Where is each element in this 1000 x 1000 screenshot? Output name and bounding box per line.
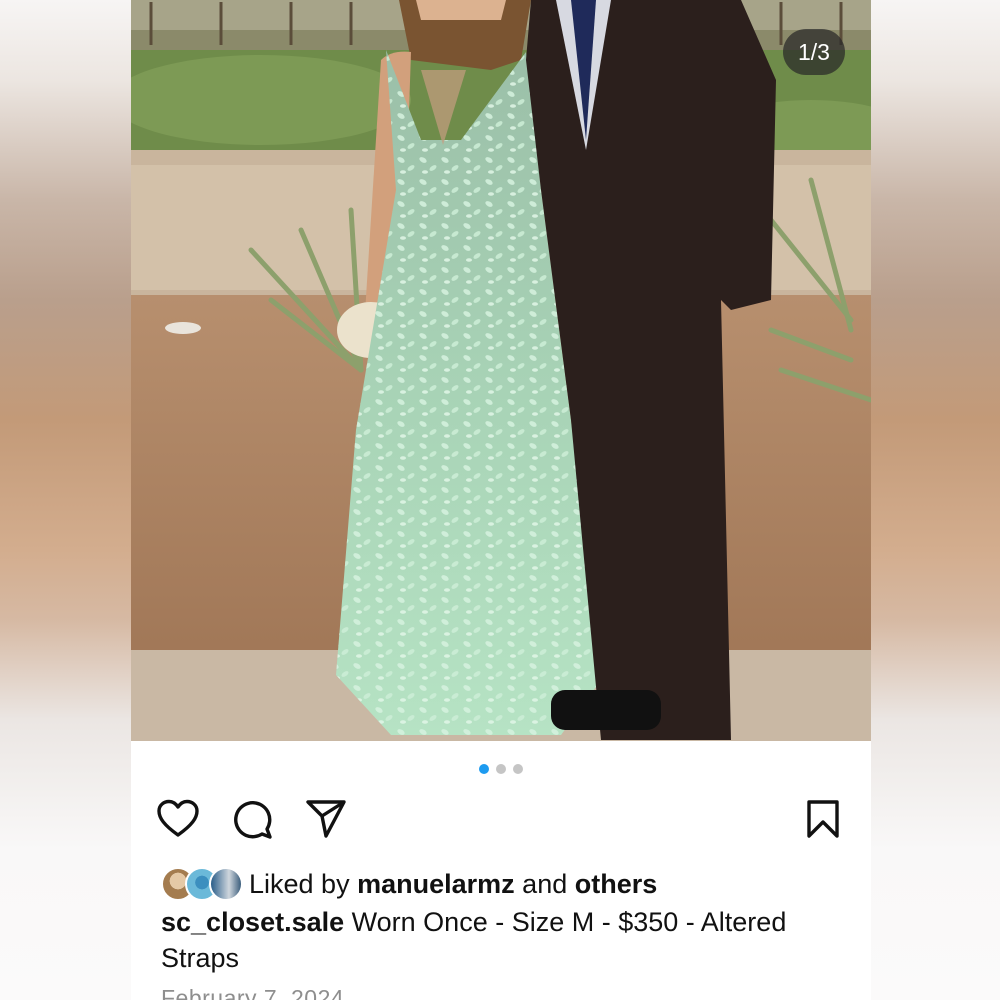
photo-illustration [131, 0, 871, 741]
post-date: February 7, 2024 [161, 985, 345, 1000]
likes-text: Liked by manuelarmz and others [249, 869, 657, 900]
heart-icon[interactable] [156, 798, 200, 840]
likes-others[interactable]: others [575, 869, 658, 899]
send-icon[interactable] [304, 798, 348, 840]
avatar[interactable] [209, 867, 243, 901]
liker-username[interactable]: manuelarmz [357, 869, 515, 899]
bookmark-icon[interactable] [801, 798, 845, 840]
post-caption: sc_closet.sale Worn Once - Size M - $350… [161, 904, 821, 976]
caption-username[interactable]: sc_closet.sale [161, 907, 344, 937]
post-action-bar [131, 798, 871, 840]
image-counter-badge: 1/3 [783, 29, 845, 75]
carousel-indicator [131, 764, 871, 774]
carousel-dot-active[interactable] [479, 764, 489, 774]
carousel-dot[interactable] [496, 764, 506, 774]
carousel-dot[interactable] [513, 764, 523, 774]
likes-summary[interactable]: Liked by manuelarmz and others [161, 866, 657, 902]
likes-conjunction: and [522, 868, 568, 899]
likes-prefix: Liked by [249, 868, 350, 899]
post-card: 1/3 Liked by manuelarmz and others sc_cl… [131, 0, 871, 1000]
liker-avatars [161, 867, 243, 901]
comment-icon[interactable] [230, 798, 274, 840]
post-photo[interactable]: 1/3 [131, 0, 871, 741]
